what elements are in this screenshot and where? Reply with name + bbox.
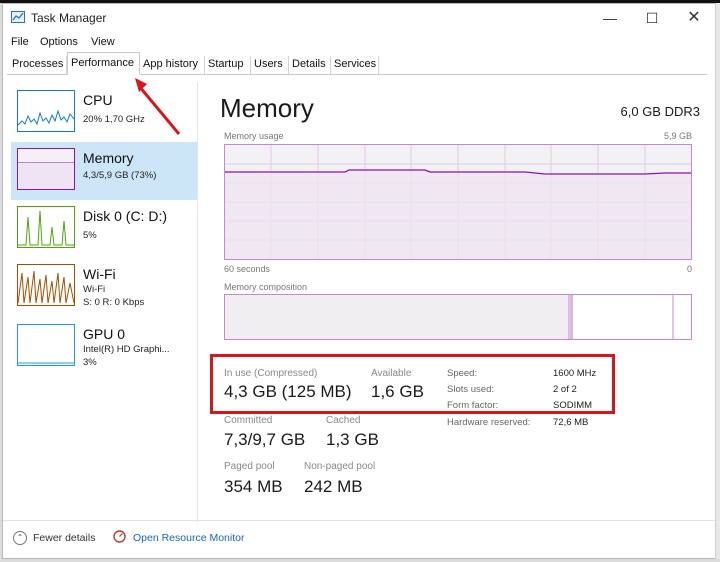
- cached-label: Cached: [326, 415, 361, 426]
- resource-sidebar: CPU 20% 1,70 GHz Memory 4,3/5,9 GB (73%)…: [7, 82, 198, 522]
- page-title: Memory: [220, 93, 314, 123]
- chevron-up-icon[interactable]: ⌃: [13, 531, 27, 545]
- sidebar-cpu-detail: 20% 1,70 GHz: [83, 114, 145, 125]
- sidebar-disk-title: Disk 0 (C: D:): [83, 208, 167, 224]
- wifi-thumbnail-graph: [17, 264, 75, 306]
- tab-processes[interactable]: Processes: [9, 56, 67, 74]
- in-use-value: 4,3 GB (125 MB): [224, 382, 352, 401]
- tab-bar: Processes Performance App history Startu…: [7, 52, 707, 75]
- minimize-button[interactable]: —: [595, 8, 625, 28]
- nonpaged-pool-value: 242 MB: [304, 477, 363, 496]
- speed-label: Speed:: [447, 368, 478, 379]
- available-value: 1,6 GB: [371, 382, 424, 401]
- memory-usage-max: 5,9 GB: [663, 131, 692, 141]
- sidebar-item-gpu[interactable]: GPU 0 Intel(R) HD Graphi... 3%: [11, 318, 197, 376]
- menu-options[interactable]: Options: [40, 36, 78, 48]
- graph-time-right: 0: [686, 264, 692, 274]
- committed-label: Committed: [224, 415, 273, 426]
- title-bar: Task Manager — ☐ ✕: [3, 4, 717, 32]
- sidebar-memory-detail: 4,3/5,9 GB (73%): [83, 170, 157, 181]
- memory-usage-graph: [224, 144, 692, 260]
- sidebar-memory-title: Memory: [83, 150, 134, 166]
- menu-view[interactable]: View: [91, 36, 115, 48]
- form-factor-value: SODIMM: [553, 400, 593, 411]
- menu-file[interactable]: File: [11, 36, 29, 48]
- memory-spec: 6,0 GB DDR3: [620, 104, 700, 119]
- close-button[interactable]: ✕: [679, 8, 709, 28]
- hardware-reserved-value: 72,6 MB: [553, 417, 589, 428]
- speed-value: 1600 MHz: [553, 368, 597, 379]
- tab-users[interactable]: Users: [251, 56, 289, 74]
- sidebar-wifi-detail: Wi-Fi: [83, 284, 106, 295]
- memory-thumbnail-graph: [17, 148, 75, 190]
- sidebar-cpu-title: CPU: [83, 92, 113, 108]
- gpu-thumbnail-graph: [17, 324, 75, 366]
- memory-panel: Memory 6,0 GB DDR3 Memory usage 5,9 GB 6…: [210, 86, 700, 526]
- sidebar-item-disk[interactable]: Disk 0 (C: D:) 5%: [11, 200, 197, 258]
- nonpaged-pool-label: Non-paged pool: [304, 461, 376, 472]
- sidebar-item-memory[interactable]: Memory 4,3/5,9 GB (73%): [11, 142, 197, 200]
- slots-used-label: Slots used:: [447, 384, 494, 395]
- tab-details[interactable]: Details: [289, 56, 331, 74]
- cpu-thumbnail-graph: [17, 90, 75, 132]
- form-factor-label: Form factor:: [447, 400, 499, 411]
- in-use-label: In use (Compressed): [224, 368, 318, 379]
- committed-value: 7,3/9,7 GB: [224, 430, 306, 449]
- window-title: Task Manager: [31, 11, 107, 25]
- sidebar-gpu-usage: 3%: [83, 357, 97, 368]
- sidebar-disk-detail: 5%: [83, 230, 97, 241]
- paged-pool-label: Paged pool: [224, 461, 275, 472]
- available-label: Available: [371, 368, 412, 379]
- sidebar-item-cpu[interactable]: CPU 20% 1,70 GHz: [11, 84, 197, 142]
- slots-used-value: 2 of 2: [553, 384, 577, 395]
- task-manager-icon: [11, 11, 25, 23]
- tab-services[interactable]: Services: [331, 56, 379, 74]
- footer-bar: ⌃ Fewer details Open Resource Monitor: [3, 520, 717, 557]
- paged-pool-value: 354 MB: [224, 477, 283, 496]
- graph-time-left: 60 seconds: [224, 264, 271, 274]
- maximize-button[interactable]: ☐: [637, 8, 667, 28]
- memory-composition-bar: [224, 294, 692, 340]
- hardware-reserved-label: Hardware reserved:: [447, 417, 531, 428]
- cached-value: 1,3 GB: [326, 430, 379, 449]
- memory-composition-label: Memory composition: [224, 282, 308, 292]
- open-resource-monitor-link[interactable]: Open Resource Monitor: [133, 532, 244, 544]
- sidebar-wifi-throughput: S: 0 R: 0 Kbps: [83, 297, 145, 308]
- tab-startup[interactable]: Startup: [205, 56, 251, 74]
- sidebar-gpu-detail: Intel(R) HD Graphi...: [83, 344, 170, 355]
- sidebar-item-wifi[interactable]: Wi-Fi Wi-Fi S: 0 R: 0 Kbps: [11, 258, 197, 316]
- sidebar-gpu-title: GPU 0: [83, 326, 126, 342]
- background-edge: [715, 3, 720, 559]
- fewer-details-link[interactable]: Fewer details: [33, 532, 95, 544]
- sidebar-wifi-title: Wi-Fi: [83, 266, 116, 282]
- disk-thumbnail-graph: [17, 206, 75, 248]
- memory-usage-label: Memory usage: [224, 131, 284, 141]
- resource-monitor-icon[interactable]: [113, 530, 126, 543]
- task-manager-window: Task Manager — ☐ ✕ File Options View Pro…: [2, 3, 718, 559]
